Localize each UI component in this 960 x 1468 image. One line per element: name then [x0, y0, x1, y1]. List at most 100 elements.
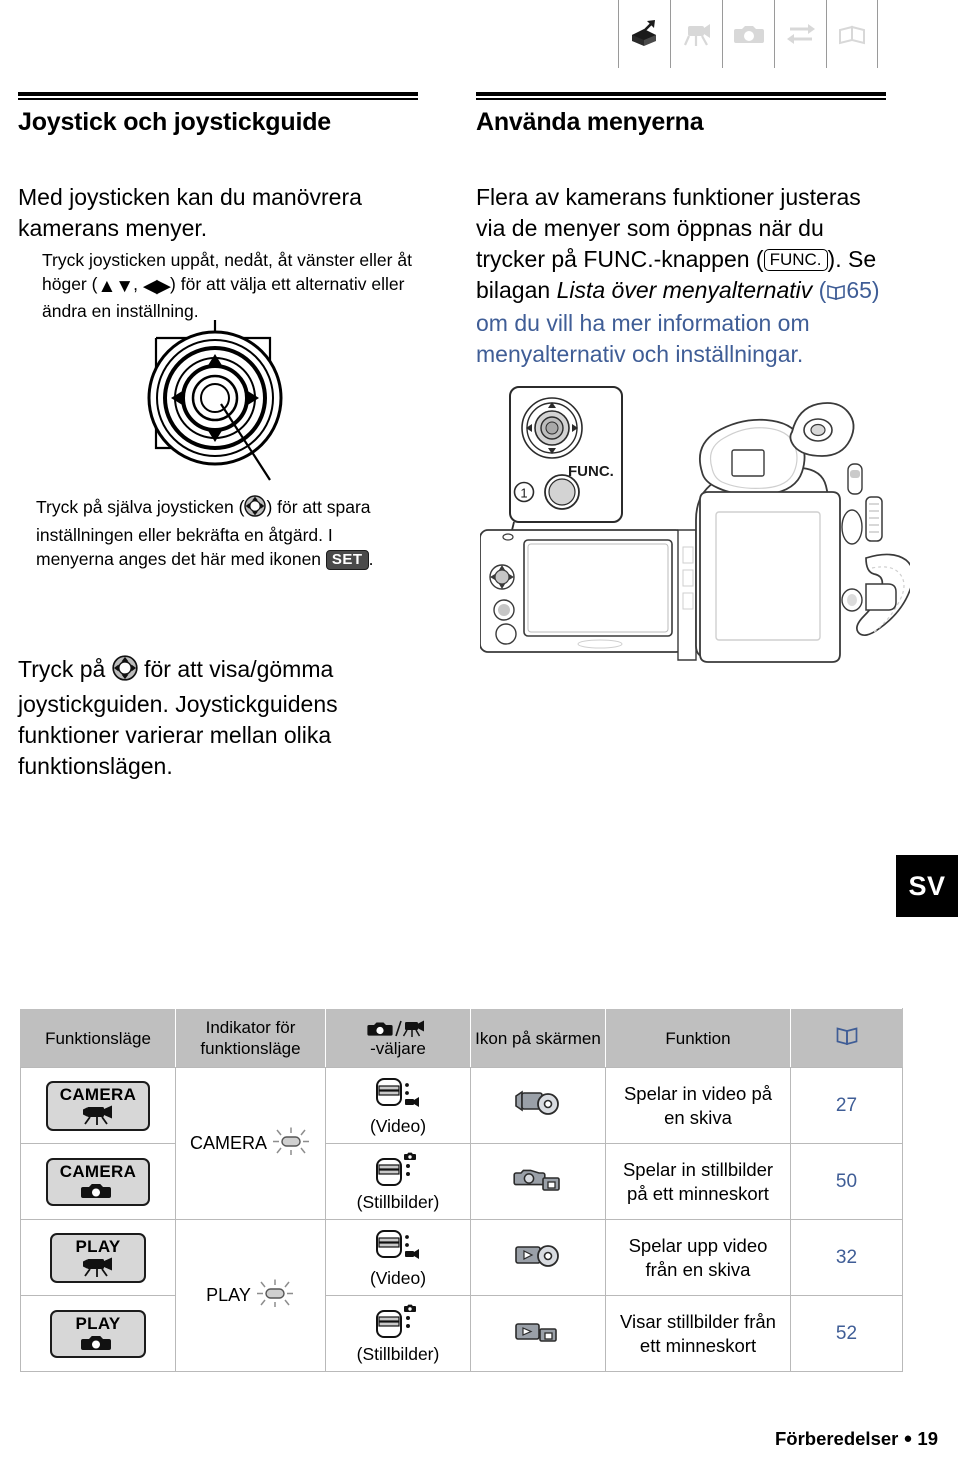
- indicator-label: PLAY: [206, 1285, 251, 1306]
- switch-video-icon: [372, 1227, 424, 1267]
- indicator-lamp-group: PLAY: [206, 1279, 295, 1312]
- selector-group: (Stillbilder): [332, 1151, 464, 1212]
- mode-badge-word: CAMERA: [59, 1161, 137, 1181]
- table-header-row: Funktionsläge Indikator för funktionsläg…: [20, 1007, 903, 1069]
- mode-badge: CAMERA: [45, 1080, 151, 1131]
- table-row: PLAY (Stillbilder) Visar stillbilder frå…: [20, 1295, 903, 1373]
- th-funktionslage: Funktionsläge: [20, 1007, 176, 1069]
- chapter-icon-exchange-arrows: [774, 0, 826, 68]
- selector-label: (Stillbilder): [356, 1344, 440, 1365]
- selector-group: (Stillbilder): [332, 1303, 464, 1364]
- cell-page-1: 27: [790, 1067, 903, 1145]
- cell-mode-play-still: PLAY: [20, 1295, 176, 1373]
- right-body-text: Flera av kamerans funktioner justeras vi…: [476, 182, 881, 370]
- cell-page-4: 52: [790, 1295, 903, 1373]
- selector-label: (Video): [369, 1116, 427, 1137]
- open-book-icon: [835, 1027, 859, 1049]
- joystick-icon: [244, 495, 267, 521]
- play-still-card-icon: [510, 1323, 566, 1350]
- indicator-label: CAMERA: [189, 1133, 267, 1154]
- joystick-directions-callout: Tryck joysticken uppåt, nedåt, åt vänste…: [42, 248, 420, 323]
- record-video-disc-icon: [510, 1090, 566, 1122]
- camera-camcorder-selector-icon: [367, 1018, 429, 1038]
- mode-badge-word: CAMERA: [59, 1084, 137, 1104]
- selector-group: (Video): [332, 1075, 464, 1136]
- selector-label: (Video): [369, 1268, 427, 1289]
- lamp-blinking-icon: [271, 1127, 311, 1160]
- footer-page-number: 19: [917, 1428, 938, 1449]
- selector-label: (Stillbilder): [356, 1192, 440, 1213]
- set-chip-icon: SET: [325, 550, 369, 570]
- right-heading-rule: [476, 92, 886, 100]
- footer-section: Förberedelser: [774, 1428, 899, 1449]
- footer-dot-icon: ●: [903, 1430, 913, 1447]
- leftright-arrows-icon: ◀▶: [142, 276, 171, 297]
- left-heading: Joystick och joystickguide: [18, 108, 331, 136]
- manual-page: Joystick och joystickguide Med joysticke…: [0, 0, 960, 1468]
- cell-selector-still-2: (Stillbilder): [325, 1295, 471, 1373]
- th-funktion: Funktion: [605, 1007, 791, 1069]
- cell-function-1: Spelar in video på en skiva: [605, 1067, 791, 1145]
- cell-screen-icon-record-video: [470, 1067, 606, 1145]
- chapter-icon-photo-camera: [722, 0, 774, 68]
- cell-function-3: Spelar upp video från en skiva: [605, 1219, 791, 1297]
- cell-function-4: Visar stillbilder från ett minneskort: [605, 1295, 791, 1373]
- press-joystick-part1: Tryck på själva joysticken (: [36, 497, 245, 517]
- callout-separator: ,: [133, 274, 143, 294]
- page-footer: Förberedelser ● 19: [775, 1428, 938, 1450]
- lamp-blinking-icon: [255, 1279, 295, 1312]
- right-heading: Använda menyerna: [476, 108, 704, 136]
- mode-badge-word: PLAY: [75, 1313, 121, 1333]
- cell-selector-video-2: (Video): [325, 1219, 471, 1297]
- th-valjare-label: -väljare: [370, 1039, 426, 1059]
- cell-indicator-play: PLAY: [175, 1219, 326, 1373]
- language-tab-sv: SV: [896, 855, 958, 917]
- operating-modes-table: Funktionsläge Indikator för funktionsläg…: [20, 1007, 903, 1373]
- left-heading-rule: [18, 92, 418, 100]
- th-valjare: -väljare: [325, 1007, 471, 1069]
- camcorder-icon: [60, 1105, 136, 1125]
- cell-mode-camera-video: CAMERA: [20, 1067, 176, 1145]
- cell-mode-play-video: PLAY: [20, 1219, 176, 1297]
- chapter-icon-open-book: [826, 0, 878, 68]
- cell-screen-icon-play-video: [470, 1219, 606, 1297]
- chapter-icon-unpacking: [618, 0, 670, 68]
- selector-group: (Video): [332, 1227, 464, 1288]
- camcorder-icon: [64, 1257, 132, 1277]
- guide-part1: Tryck på: [18, 656, 112, 682]
- open-book-icon: [826, 279, 846, 305]
- callout-number-label: 1: [520, 486, 527, 501]
- joystick-diagram: [120, 320, 310, 515]
- cell-selector-video-1: (Video): [325, 1067, 471, 1145]
- cell-indicator-camera: CAMERA: [175, 1067, 326, 1221]
- func-chip-icon: FUNC.: [763, 249, 828, 271]
- photo-camera-icon: [60, 1182, 136, 1200]
- mode-badge: PLAY: [50, 1309, 146, 1358]
- cell-screen-icon-play-still: [470, 1295, 606, 1373]
- press-joystick-part3: .: [368, 549, 374, 569]
- record-still-card-icon: [510, 1169, 566, 1198]
- camcorder-diagram: FUNC. 1: [479, 372, 915, 687]
- appendix-title: Lista över menyalternativ: [556, 277, 813, 303]
- chapter-icon-camcorder: [670, 0, 722, 68]
- joystick-icon: [112, 655, 138, 686]
- th-indikator: Indikator för funktionsläge: [175, 1007, 326, 1069]
- cell-selector-still-1: (Stillbilder): [325, 1143, 471, 1221]
- updown-arrows-icon: ▲▼: [97, 276, 134, 297]
- switch-still-icon: [372, 1151, 424, 1191]
- play-video-disc-icon: [510, 1245, 566, 1274]
- joystick-guide-paragraph: Tryck på för att visa/gömma joystickguid…: [18, 654, 418, 782]
- photo-camera-icon: [64, 1334, 132, 1352]
- cell-page-3: 32: [790, 1219, 903, 1297]
- mode-badge: CAMERA: [45, 1157, 151, 1206]
- body-part3: (: [812, 277, 827, 303]
- indicator-lamp-group: CAMERA: [190, 1127, 311, 1160]
- left-intro-text: Med joysticken kan du manövrera kamerans…: [18, 184, 362, 241]
- mode-badge: PLAY: [50, 1232, 146, 1283]
- cell-screen-icon-record-still: [470, 1143, 606, 1221]
- chapter-icon-strip: [618, 0, 878, 68]
- th-ikon-pa-skarmen: Ikon på skärmen: [470, 1007, 606, 1069]
- func-button-label: FUNC.: [568, 463, 614, 480]
- mode-badge-word: PLAY: [75, 1236, 121, 1256]
- switch-still-icon: [372, 1303, 424, 1343]
